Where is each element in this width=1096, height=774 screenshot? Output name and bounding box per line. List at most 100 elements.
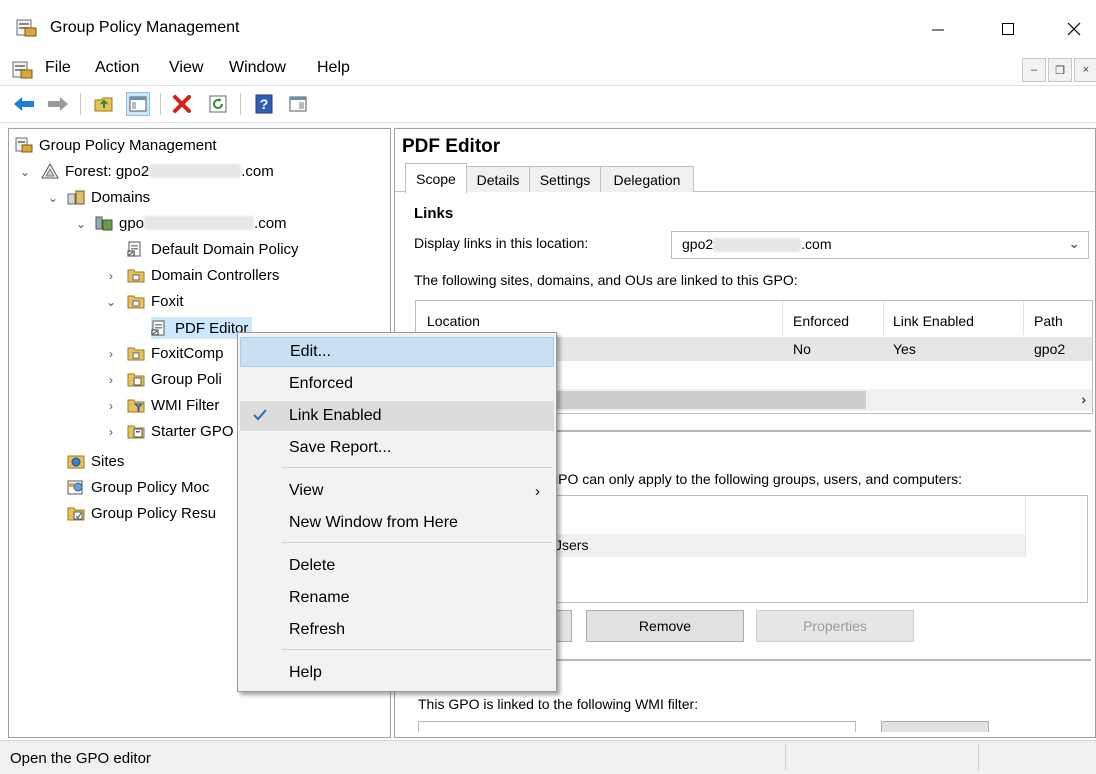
column-path[interactable]: Path xyxy=(1034,313,1063,329)
gpo-link-icon xyxy=(127,241,141,257)
properties-button: Properties xyxy=(756,610,914,642)
tree-node-foxitcomp[interactable]: FoxitComp xyxy=(127,342,224,364)
show-hide-tree-icon[interactable] xyxy=(126,92,150,116)
tree-label-group-policy-modeling: Group Policy Moc xyxy=(91,478,210,496)
properties-pane-icon[interactable] xyxy=(286,92,310,116)
menu-help[interactable]: Help xyxy=(317,59,350,77)
tab-delegation[interactable]: Delegation xyxy=(600,166,694,192)
menu-item-refresh[interactable]: Refresh xyxy=(240,615,554,645)
display-links-label: Display links in this location: xyxy=(414,235,589,251)
tree-node-root[interactable]: Group Policy Management xyxy=(15,134,217,156)
tree-node-foxit[interactable]: Foxit xyxy=(127,290,184,312)
delete-icon[interactable] xyxy=(170,92,194,116)
svg-text:?: ? xyxy=(260,96,269,112)
forward-arrow-icon[interactable] xyxy=(46,92,70,116)
menu-window[interactable]: Window xyxy=(229,59,286,77)
chevron-right-icon[interactable]: › xyxy=(104,373,118,387)
mdi-controls: – ❐ × xyxy=(1022,58,1096,82)
tree-node-group-policy-modeling[interactable]: Group Policy Moc xyxy=(67,476,209,498)
menu-view[interactable]: View xyxy=(169,59,203,77)
chevron-down-icon[interactable]: ⌄ xyxy=(104,295,118,309)
ou-icon xyxy=(127,347,145,361)
location-dropdown[interactable]: gpo2 .com ⌄ xyxy=(671,231,1089,259)
submenu-arrow-icon: › xyxy=(535,482,540,500)
gpmc-icon xyxy=(15,137,33,153)
menu-item-enforced[interactable]: Enforced xyxy=(240,369,554,399)
menu-item-rename[interactable]: Rename xyxy=(240,583,554,613)
security-filtering-list[interactable]: Jsers xyxy=(555,495,1088,603)
column-link-enabled[interactable]: Link Enabled xyxy=(893,313,974,329)
starter-gpo-icon xyxy=(127,425,145,439)
tree-node-forest[interactable]: Forest: gpo2 .com xyxy=(41,160,274,182)
menu-file[interactable]: File xyxy=(45,59,71,77)
menu-item-save-report[interactable]: Save Report... xyxy=(240,433,554,463)
ou-icon xyxy=(127,269,145,283)
menu-item-help[interactable]: Help xyxy=(240,658,554,688)
tree-node-default-domain-policy[interactable]: Default Domain Policy xyxy=(127,238,299,260)
menu-item-new-window[interactable]: New Window from Here xyxy=(240,508,554,538)
tree-label-forest-prefix: Forest: gpo2 xyxy=(65,162,150,180)
open-wmi-button[interactable] xyxy=(881,721,989,732)
minimize-button[interactable] xyxy=(918,14,958,44)
list-item[interactable]: Jsers xyxy=(555,534,1025,557)
mdi-close-icon[interactable]: × xyxy=(1074,58,1096,82)
context-menu: Edit... Enforced Link Enabled Save Repor… xyxy=(237,332,557,692)
wmi-filter-dropdown[interactable] xyxy=(418,721,856,732)
tree-node-group-policy-objects[interactable]: Group Poli xyxy=(127,368,222,390)
cell-path: gpo2 xyxy=(1034,341,1066,357)
menu-item-edit[interactable]: Edit... xyxy=(240,337,554,367)
column-location[interactable]: Location xyxy=(427,313,480,329)
tab-details[interactable]: Details xyxy=(466,166,530,192)
mdi-minimize-icon[interactable]: – xyxy=(1022,58,1046,82)
remove-button[interactable]: Remove xyxy=(586,610,744,642)
chevron-down-icon[interactable]: ⌄ xyxy=(46,191,60,205)
menu-item-view[interactable]: View › xyxy=(240,476,554,506)
wmi-filter-icon xyxy=(127,399,145,413)
tab-scope[interactable]: Scope xyxy=(405,163,467,193)
tree-node-sites[interactable]: Sites xyxy=(67,450,124,472)
refresh-icon[interactable] xyxy=(206,92,230,116)
tab-settings[interactable]: Settings xyxy=(529,166,601,192)
back-arrow-icon[interactable] xyxy=(12,92,36,116)
close-button[interactable] xyxy=(1054,14,1094,44)
chevron-right-icon[interactable]: › xyxy=(104,399,118,413)
help-icon[interactable]: ? xyxy=(252,92,276,116)
cell-link-enabled: Yes xyxy=(893,341,916,357)
chevron-down-icon[interactable]: ⌄ xyxy=(74,217,88,231)
chevron-right-icon[interactable]: › xyxy=(104,269,118,283)
forest-icon xyxy=(41,163,59,179)
tree-node-wmi-filters[interactable]: WMI Filter xyxy=(127,394,219,416)
tree-label-forest-suffix: .com xyxy=(241,162,274,180)
tree-node-group-policy-results[interactable]: Group Policy Resu xyxy=(67,502,216,524)
security-filtering-text: iPO can only apply to the following grou… xyxy=(555,471,962,487)
location-prefix: gpo2 xyxy=(682,236,714,252)
tree-node-starter-gpos[interactable]: Starter GPO xyxy=(127,420,234,442)
menu-item-delete[interactable]: Delete xyxy=(240,551,554,581)
status-text: Open the GPO editor xyxy=(10,750,151,767)
tree-label-starter-gpos: Starter GPO xyxy=(151,422,234,440)
checkmark-icon xyxy=(252,407,268,428)
tree-label-domains: Domains xyxy=(91,188,151,206)
tree-node-domain-controllers[interactable]: Domain Controllers xyxy=(127,264,279,286)
tree-label-sites: Sites xyxy=(91,452,125,470)
up-folder-icon[interactable] xyxy=(92,92,116,116)
menu-item-link-enabled[interactable]: Link Enabled xyxy=(240,401,554,431)
tree-node-domains[interactable]: Domains xyxy=(67,186,150,208)
tree-node-domain[interactable]: gpo .com xyxy=(95,212,287,234)
menu-bar xyxy=(0,56,1096,84)
gpo-link-icon xyxy=(151,320,165,336)
maximize-button[interactable] xyxy=(988,14,1028,44)
mdi-restore-icon[interactable]: ❐ xyxy=(1048,58,1072,82)
scrollbar-thumb[interactable] xyxy=(556,391,866,409)
chevron-down-icon[interactable]: ⌄ xyxy=(18,165,32,179)
chevron-right-icon[interactable]: › xyxy=(104,347,118,361)
gpmc-app-icon xyxy=(16,18,38,42)
title-bar: Group Policy Management xyxy=(0,0,1096,56)
column-enforced[interactable]: Enforced xyxy=(793,313,849,329)
chevron-right-icon[interactable]: › xyxy=(104,425,118,439)
linked-locations-text: The following sites, domains, and OUs ar… xyxy=(414,272,798,288)
scroll-right-icon[interactable]: › xyxy=(1081,391,1086,407)
sites-icon xyxy=(67,455,85,469)
add-button[interactable] xyxy=(555,610,572,642)
menu-action[interactable]: Action xyxy=(95,59,139,77)
